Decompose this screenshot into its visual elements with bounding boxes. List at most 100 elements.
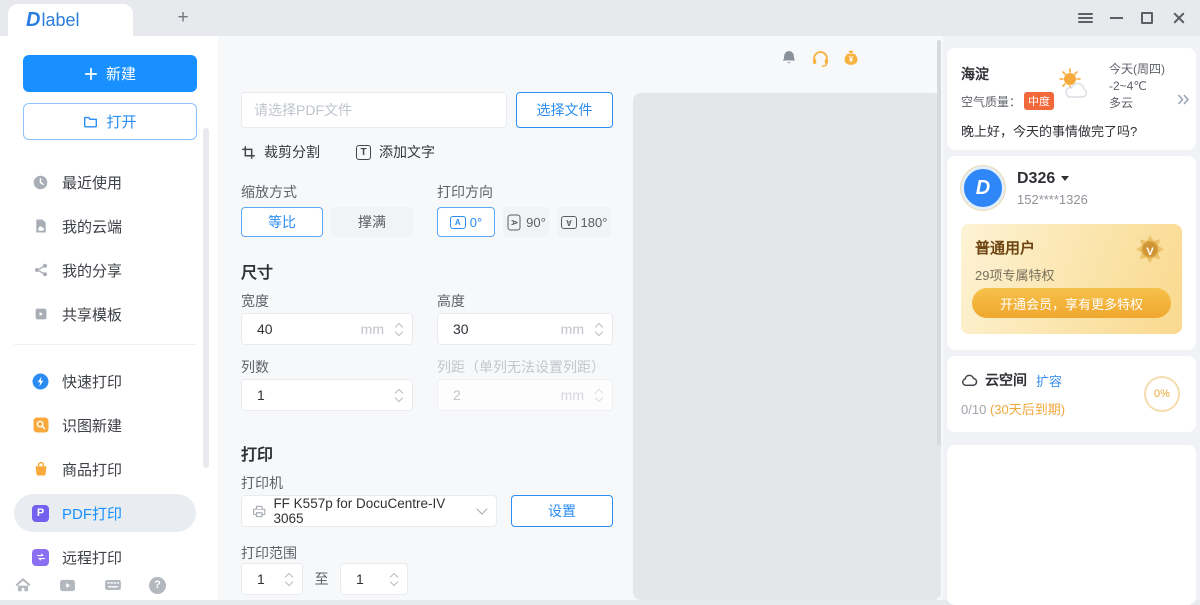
aqi-badge: 中度 <box>1024 92 1054 110</box>
cloud-space-title: 云空间 <box>985 370 1027 390</box>
sidebar-scrollbar[interactable] <box>203 128 209 468</box>
column-gap-input: 2 mm <box>437 379 613 411</box>
username[interactable]: D326 <box>1017 170 1088 188</box>
choose-file-button[interactable]: 选择文件 <box>516 92 613 128</box>
crop-split-label: 裁剪分割 <box>264 142 320 162</box>
columns-stepper[interactable] <box>394 390 404 401</box>
add-text-tool[interactable]: T 添加文字 <box>356 142 435 162</box>
range-from-input[interactable]: 1 <box>241 563 303 595</box>
sidebar-item-label: 最近使用 <box>62 172 122 193</box>
support-headset-icon[interactable] <box>811 49 829 67</box>
main-content: ¥ 请选择PDF文件 选择文件 裁剪分割 T 添加文字 缩放方式 打印方 <box>218 36 943 600</box>
sidebar-footer: ? <box>0 570 218 600</box>
range-from-value: 1 <box>257 571 284 587</box>
height-stepper[interactable] <box>594 324 604 335</box>
sidebar-item-label: 我的云端 <box>62 216 122 237</box>
clock-icon <box>32 174 49 191</box>
main-scrollbar[interactable] <box>937 40 941 445</box>
direction-0-label: 0° <box>470 215 482 230</box>
printer-icon <box>252 504 266 519</box>
orientation-a-flipped-icon: A <box>561 216 577 229</box>
width-stepper[interactable] <box>394 324 404 335</box>
scale-proportional-button[interactable]: 等比 <box>241 207 323 237</box>
height-input[interactable]: 30 mm <box>437 313 613 345</box>
sidebar-item-shared-templates[interactable]: 共享模板 <box>0 292 218 336</box>
width-value: 40 <box>257 321 361 337</box>
greeting-text: 晚上好，今天的事情做完了吗? <box>961 121 1182 140</box>
printer-select[interactable]: FF K557p for DocuCentre-IV 3065 <box>241 495 497 527</box>
size-heading: 尺寸 <box>241 259 613 279</box>
sidebar-item-label: 商品打印 <box>62 459 122 480</box>
video-icon[interactable] <box>45 577 90 594</box>
direction-180-button[interactable]: A 180° <box>557 207 611 237</box>
crop-split-tool[interactable]: 裁剪分割 <box>241 142 320 162</box>
minimize-button[interactable] <box>1110 10 1123 26</box>
sidebar-item-my-cloud[interactable]: 我的云端 <box>0 204 218 248</box>
lightning-icon <box>32 373 49 390</box>
expand-arrow-icon[interactable] <box>1177 94 1190 105</box>
column-gap-stepper <box>594 390 604 401</box>
direction-180-label: 180° <box>581 215 608 230</box>
columns-input[interactable]: 1 <box>241 379 413 411</box>
sidebar-item-quick-print[interactable]: 快速打印 <box>0 359 218 403</box>
pdf-preview-area <box>633 93 941 600</box>
keyboard-icon[interactable] <box>90 576 135 594</box>
direction-0-button[interactable]: A 0° <box>437 207 495 237</box>
sidebar-item-label: 远程打印 <box>62 547 122 568</box>
help-icon[interactable]: ? <box>135 577 180 594</box>
app-window: Dlabel + 新建 打开 最近使用 我的云端 <box>0 0 1200 600</box>
width-label: 宽度 <box>241 291 413 307</box>
cloud-usage: 0/10 <box>961 402 986 417</box>
sidebar-item-my-share[interactable]: 我的分享 <box>0 248 218 292</box>
printer-settings-button[interactable]: 设置 <box>511 495 613 527</box>
app-logo: Dlabel <box>26 9 79 32</box>
range-to-input[interactable]: 1 <box>340 563 408 595</box>
range-to-stepper[interactable] <box>389 574 399 585</box>
column-gap-value: 2 <box>453 387 561 403</box>
open-file-button[interactable]: 打开 <box>23 103 197 140</box>
sidebar-item-product-print[interactable]: 商品打印 <box>0 447 218 491</box>
scale-fill-button[interactable]: 撑满 <box>331 207 413 237</box>
pdf-icon: P <box>32 505 49 522</box>
pdf-print-form: 请选择PDF文件 选择文件 裁剪分割 T 添加文字 缩放方式 打印方向 <box>241 92 613 595</box>
empty-card <box>947 445 1196 605</box>
bell-icon[interactable] <box>780 49 798 67</box>
vip-medal-icon: V <box>1128 232 1172 276</box>
direction-90-label: 90° <box>526 215 546 230</box>
range-from-stepper[interactable] <box>284 574 294 585</box>
weather-temp: -2~4℃ <box>1109 78 1165 95</box>
nav-group-files: 最近使用 我的云端 我的分享 共享模板 <box>0 160 218 336</box>
cloud-file-icon <box>32 218 49 235</box>
sidebar-item-label: 我的分享 <box>62 260 122 281</box>
upgrade-membership-button[interactable]: 开通会员，享有更多特权 <box>972 288 1171 318</box>
pdf-file-input[interactable]: 请选择PDF文件 <box>241 92 507 128</box>
sidebar-item-pdf-print[interactable]: P PDF打印 <box>0 491 218 535</box>
money-bag-icon[interactable]: ¥ <box>842 49 860 67</box>
app-tab[interactable]: Dlabel <box>8 4 133 36</box>
menu-icon[interactable] <box>1078 10 1093 26</box>
columns-label: 列数 <box>241 357 413 373</box>
home-icon[interactable] <box>0 576 45 594</box>
add-text-label: 添加文字 <box>379 142 435 162</box>
direction-90-button[interactable]: A 90° <box>503 207 549 237</box>
svg-text:¥: ¥ <box>849 55 854 64</box>
column-gap-label: 列距（单列无法设置列距） <box>437 357 613 373</box>
avatar[interactable]: D <box>961 166 1005 210</box>
new-tab-button[interactable]: + <box>172 7 194 29</box>
plus-icon <box>84 67 98 81</box>
cloud-space-card: 云空间 扩容 0/10 (30天后到期) 0% <box>947 356 1196 432</box>
cloud-expiry: (30天后到期) <box>990 402 1065 417</box>
close-button[interactable] <box>1171 10 1187 26</box>
orientation-a-icon: A <box>450 216 466 229</box>
cloud-icon <box>961 373 978 387</box>
new-file-button[interactable]: 新建 <box>23 55 197 92</box>
pdf-letter: P <box>32 505 49 522</box>
width-input[interactable]: 40 mm <box>241 313 413 345</box>
sidebar-item-image-recognition[interactable]: 识图新建 <box>0 403 218 447</box>
sidebar-item-recent[interactable]: 最近使用 <box>0 160 218 204</box>
sun-cloud-icon <box>1053 67 1101 101</box>
expand-storage-link[interactable]: 扩容 <box>1036 371 1062 390</box>
magnifier-icon <box>32 417 49 434</box>
maximize-button[interactable] <box>1141 10 1153 26</box>
weather-card: 海淀 空气质量：中度 今天(周四) -2~4℃ 多云 晚上好，今天的事情做完了吗… <box>947 48 1196 150</box>
